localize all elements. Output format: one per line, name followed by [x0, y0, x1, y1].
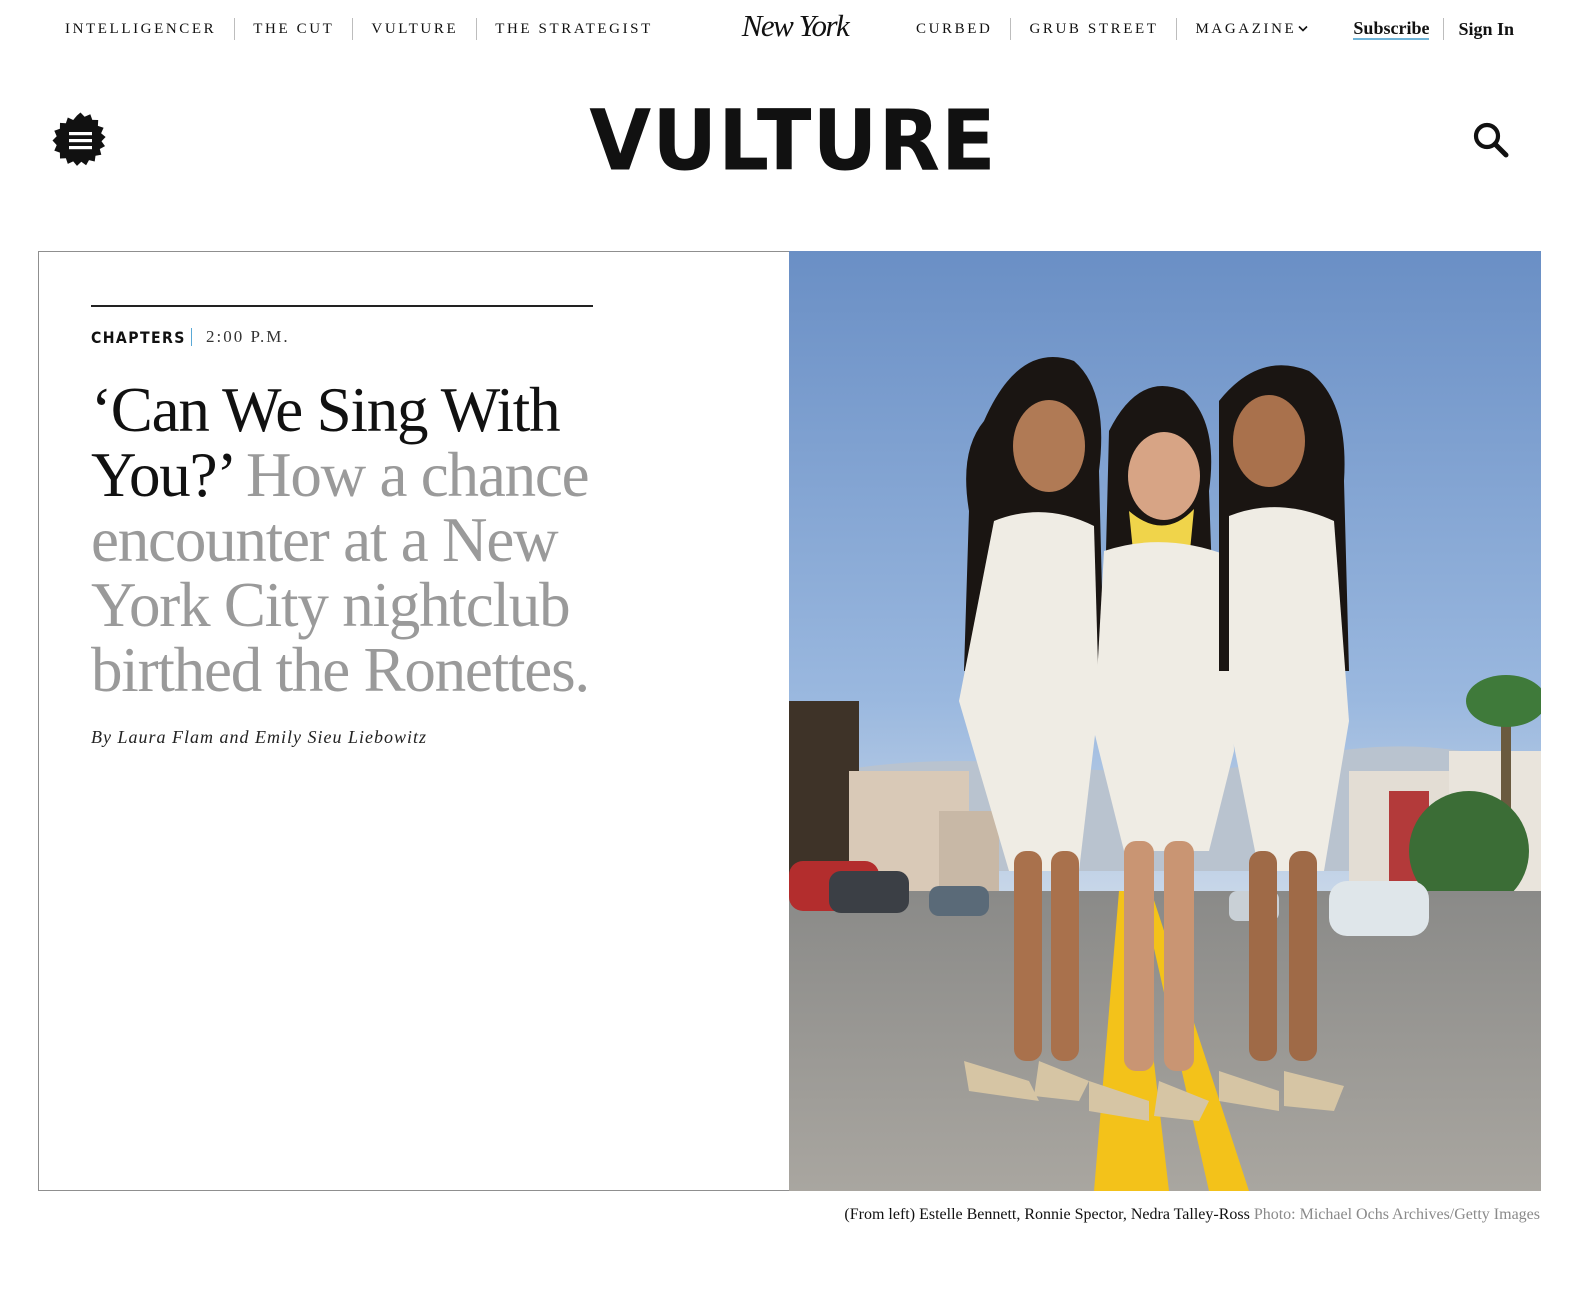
- nav-divider: [234, 18, 236, 40]
- ronettes-photo-illustration: [789, 251, 1541, 1191]
- vulture-logo-wordmark[interactable]: VULTURE: [589, 92, 996, 190]
- caption-text: (From left) Estelle Bennett, Ronnie Spec…: [844, 1206, 1250, 1223]
- network-bar: INTELLIGENCER THE CUT VULTURE THE STRATE…: [0, 0, 1586, 56]
- kicker-divider: [191, 328, 192, 346]
- nav-divider: [1010, 18, 1012, 40]
- network-nav-right: CURBED GRUB STREET MAGAZINE: [916, 16, 1308, 42]
- nav-divider: [476, 18, 478, 40]
- nav-link-vulture[interactable]: VULTURE: [371, 21, 458, 38]
- byline: By Laura Flam and Emily Sieu Liebowitz: [91, 727, 427, 747]
- nav-link-magazine-label: MAGAZINE: [1195, 20, 1297, 37]
- search-icon: [1473, 122, 1509, 158]
- nav-link-the-cut[interactable]: THE CUT: [253, 21, 334, 38]
- new-york-logo[interactable]: New York: [718, 6, 872, 46]
- rubric-link[interactable]: CHAPTERS: [91, 328, 184, 347]
- article-header: CHAPTERS 2:00 P.M. ‘Can We Sing With You…: [91, 305, 593, 748]
- header-rule: [91, 305, 593, 307]
- new-york-logo-text: New York: [741, 8, 850, 43]
- vulture-logo: VULTURE: [0, 92, 1586, 190]
- nav-link-curbed[interactable]: CURBED: [916, 21, 992, 38]
- network-nav-left: INTELLIGENCER THE CUT VULTURE THE STRATE…: [65, 16, 653, 42]
- nav-divider: [1176, 18, 1178, 40]
- kicker: CHAPTERS 2:00 P.M.: [91, 326, 593, 348]
- account-links: Subscribe Sign In: [1353, 17, 1514, 41]
- nav-link-magazine[interactable]: MAGAZINE: [1195, 21, 1308, 38]
- article-hero: CHAPTERS 2:00 P.M. ‘Can We Sing With You…: [38, 251, 1541, 1191]
- headline: ‘Can We Sing With You?’ How a chance enc…: [91, 378, 593, 703]
- account-divider: [1443, 18, 1445, 40]
- photo-caption: (From left) Estelle Bennett, Ronnie Spec…: [780, 1205, 1540, 1225]
- subscribe-button[interactable]: Subscribe: [1353, 18, 1430, 40]
- sign-in-button[interactable]: Sign In: [1458, 19, 1514, 40]
- photo-credit: Photo: Michael Ochs Archives/Getty Image…: [1253, 1206, 1540, 1223]
- nav-link-the-strategist[interactable]: THE STRATEGIST: [495, 21, 653, 38]
- hero-photo: [789, 251, 1541, 1191]
- nav-divider: [352, 18, 354, 40]
- nav-link-intelligencer[interactable]: INTELLIGENCER: [65, 21, 216, 38]
- chevron-down-icon: [1298, 23, 1308, 35]
- timestamp: 2:00 P.M.: [206, 327, 290, 346]
- hamburger-menu-badge-icon: [52, 112, 106, 166]
- nav-link-grub-street[interactable]: GRUB STREET: [1029, 21, 1158, 38]
- search-button[interactable]: [1471, 120, 1511, 160]
- menu-button[interactable]: [52, 112, 109, 169]
